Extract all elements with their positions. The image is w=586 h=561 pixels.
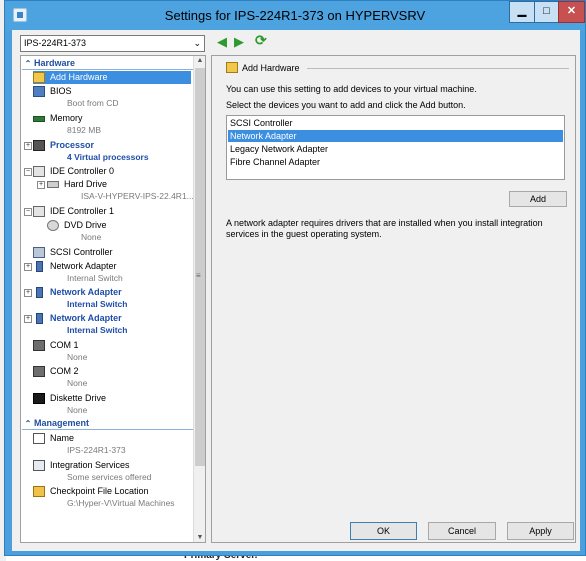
cancel-button[interactable]: Cancel <box>428 522 496 540</box>
network-adapter-3-subtitle: Internal Switch <box>67 325 128 335</box>
dvd-drive-icon <box>47 220 59 231</box>
integration-services-subtitle: Some services offered <box>67 472 152 482</box>
expand-icon[interactable]: + <box>24 263 32 271</box>
scroll-down-icon[interactable]: ▼ <box>195 534 205 541</box>
collapse-chevron-icon[interactable]: ⌃ <box>22 419 34 428</box>
refresh-icon[interactable]: ⟳ <box>255 32 267 49</box>
collapse-chevron-icon[interactable]: ⌃ <box>22 59 34 68</box>
checkpoint-file-location-subtitle: G:\Hyper-V\Virtual Machines <box>67 498 175 508</box>
collapse-icon[interactable]: − <box>24 208 32 216</box>
expand-icon[interactable]: + <box>24 315 32 323</box>
ide-controller-icon <box>33 166 45 177</box>
com-port-icon <box>33 366 45 377</box>
device-note-text: A network adapter requires drivers that … <box>226 218 543 239</box>
back-arrow-icon[interactable]: ◀ <box>217 34 227 50</box>
details-panel: Add Hardware You can use this setting to… <box>211 55 576 543</box>
dialog-client: IPS-224R1-373 ⌄ ◀ ▶ ⟳ ⌃ Hardware Add Hard… <box>12 30 580 551</box>
dvd-drive-subtitle: None <box>81 232 102 242</box>
network-adapter-icon <box>36 287 43 298</box>
minimize-button[interactable]: ▁ <box>509 1 535 23</box>
device-item-scsi-controller[interactable]: SCSI Controller <box>228 117 563 129</box>
network-adapter-icon <box>36 261 43 272</box>
diskette-drive-icon <box>33 393 45 404</box>
management-section-header[interactable]: ⌃ Management <box>22 418 193 430</box>
tree-scrollbar[interactable]: ▲ ≡ ▼ <box>193 56 205 542</box>
vm-selector[interactable]: IPS-224R1-373 ⌄ <box>20 35 205 52</box>
network-adapter-2-subtitle: Internal Switch <box>67 299 128 309</box>
hard-drive-icon <box>47 181 59 188</box>
add-button[interactable]: Add <box>509 191 567 207</box>
name-icon <box>33 433 45 444</box>
add-hardware-icon <box>33 72 45 83</box>
heading-divider <box>307 68 569 69</box>
maximize-button[interactable]: □ <box>534 1 559 23</box>
collapse-icon[interactable]: − <box>24 168 32 176</box>
device-item-legacy-network-adapter[interactable]: Legacy Network Adapter <box>228 143 563 155</box>
device-item-network-adapter[interactable]: Network Adapter <box>228 130 563 142</box>
panel-heading: Add Hardware <box>242 63 300 73</box>
device-item-fibre-channel-adapter[interactable]: Fibre Channel Adapter <box>228 156 563 168</box>
chevron-down-icon: ⌄ <box>193 38 201 48</box>
expand-icon[interactable]: + <box>24 289 32 297</box>
device-list[interactable]: SCSI Controller Network Adapter Legacy N… <box>226 115 565 180</box>
diskette-drive-subtitle: None <box>67 405 88 415</box>
ide-controller-icon <box>33 206 45 217</box>
processor-subtitle: 4 Virtual processors <box>67 152 149 162</box>
panel-instruction-text: Select the devices you want to add and c… <box>226 100 466 110</box>
ok-button[interactable]: OK <box>350 522 417 540</box>
window-title: Settings for IPS-224R1-373 on HYPERVSRV <box>164 8 426 23</box>
hard-drive-subtitle: ISA-V-HYPERV-IPS-22.4R1... <box>81 191 194 201</box>
memory-subtitle: 8192 MB <box>67 125 102 135</box>
settings-tree[interactable]: ⌃ Hardware Add Hardware BIOS Boot from CD… <box>20 55 206 543</box>
name-subtitle: IPS-224R1-373 <box>67 445 126 455</box>
expand-icon[interactable]: + <box>37 181 45 189</box>
bios-icon <box>33 86 45 97</box>
add-hardware-icon <box>226 62 238 73</box>
settings-window: Settings for IPS-224R1-373 on HYPERVSRV … <box>4 0 586 556</box>
scsi-controller-icon <box>33 247 45 258</box>
com-port-icon <box>33 340 45 351</box>
network-adapter-icon <box>36 313 43 324</box>
vm-selector-value: IPS-224R1-373 <box>24 38 87 48</box>
scrollbar-thumb[interactable] <box>195 68 205 466</box>
processor-icon <box>33 140 45 151</box>
tree-item-add-hardware[interactable]: Add Hardware <box>33 71 191 84</box>
scroll-up-icon[interactable]: ▲ <box>195 57 205 64</box>
forward-arrow-icon[interactable]: ▶ <box>234 34 244 50</box>
com2-subtitle: None <box>67 378 88 388</box>
checkpoint-folder-icon <box>33 486 45 497</box>
expand-icon[interactable]: + <box>24 142 32 150</box>
panel-intro-text: You can use this setting to add devices … <box>226 84 477 94</box>
integration-services-icon <box>33 460 45 471</box>
memory-icon <box>33 116 45 122</box>
apply-button[interactable]: Apply <box>507 522 574 540</box>
com1-subtitle: None <box>67 352 88 362</box>
close-button[interactable]: ✕ <box>558 1 585 23</box>
title-bar[interactable]: Settings for IPS-224R1-373 on HYPERVSRV … <box>5 1 585 31</box>
network-adapter-1-subtitle: Internal Switch <box>67 273 123 283</box>
scrollbar-grip-icon: ≡ <box>196 271 201 280</box>
hardware-section-header[interactable]: ⌃ Hardware <box>22 58 193 70</box>
bios-subtitle: Boot from CD <box>67 98 119 108</box>
